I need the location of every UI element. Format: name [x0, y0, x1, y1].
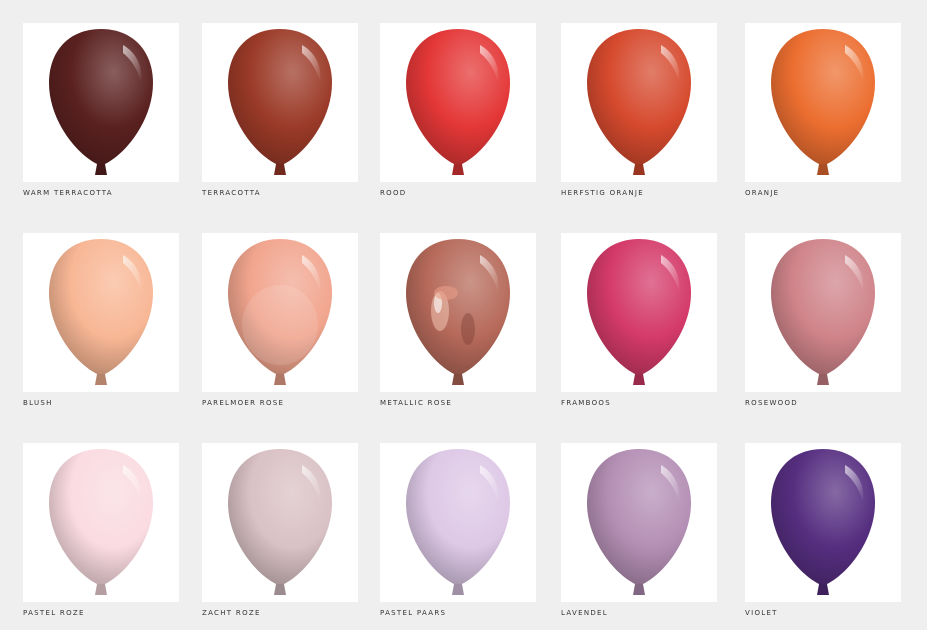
balloon-icon [49, 449, 153, 595]
balloon-image-card [745, 233, 901, 392]
balloon-image-card [745, 23, 901, 182]
swatch-label: METALLIC ROSE [380, 399, 453, 407]
swatch-label: LAVENDEL [561, 609, 608, 617]
balloon-image-card [561, 233, 717, 392]
balloon-icon [228, 29, 332, 175]
balloon-icon [771, 239, 875, 385]
balloon-icon [771, 29, 875, 175]
swatch-label: ZACHT ROZE [202, 609, 261, 617]
swatch-label: BLUSH [23, 399, 53, 407]
balloon-image-card [380, 443, 536, 602]
swatch-label: PARELMOER ROSE [202, 399, 285, 407]
swatch-label: HERFSTIG ORANJE [561, 189, 644, 197]
balloon-icon [406, 239, 510, 385]
swatch-label: WARM TERRACOTTA [23, 189, 113, 197]
balloon-icon [587, 29, 691, 175]
balloon-icon [406, 29, 510, 175]
balloon-image-card [202, 23, 358, 182]
balloon-image-card [23, 443, 179, 602]
swatch-label: PASTEL ROZE [23, 609, 85, 617]
balloon-icon [406, 449, 510, 595]
balloon-image-card [561, 23, 717, 182]
balloon-image-card [202, 233, 358, 392]
balloon-image-card [23, 23, 179, 182]
balloon-icon [771, 449, 875, 595]
balloon-icon [587, 449, 691, 595]
swatch-label: ROOD [380, 189, 407, 197]
balloon-icon [228, 449, 332, 595]
balloon-image-card [202, 443, 358, 602]
balloon-image-card [745, 443, 901, 602]
swatch-label: ORANJE [745, 189, 780, 197]
balloon-icon [49, 29, 153, 175]
balloon-image-card [23, 233, 179, 392]
balloon-image-card [380, 233, 536, 392]
swatch-label: TERRACOTTA [202, 189, 261, 197]
balloon-icon [587, 239, 691, 385]
balloon-image-card [561, 443, 717, 602]
swatch-label: VIOLET [745, 609, 778, 617]
balloon-icon [49, 239, 153, 385]
swatch-label: FRAMBOOS [561, 399, 611, 407]
swatch-label: ROSEWOOD [745, 399, 798, 407]
balloon-image-card [380, 23, 536, 182]
swatch-label: PASTEL PAARS [380, 609, 447, 617]
balloon-icon [228, 239, 332, 385]
